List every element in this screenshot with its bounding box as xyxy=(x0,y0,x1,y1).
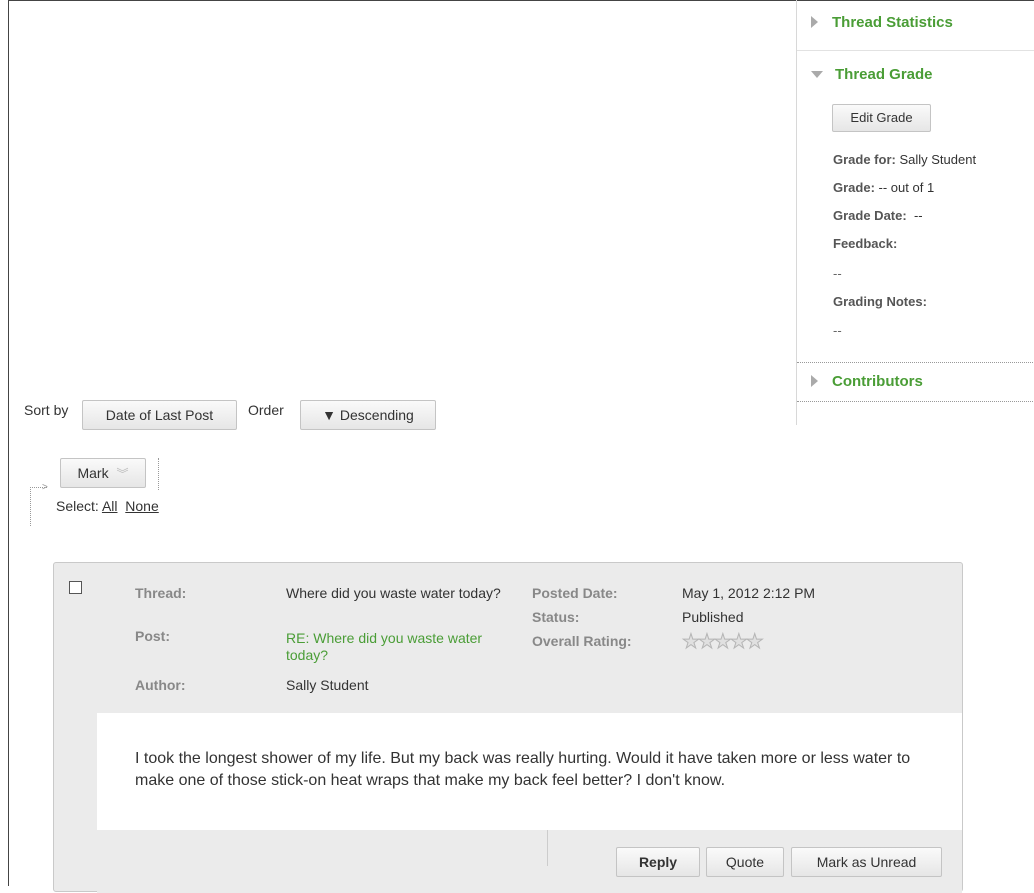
post-title-link[interactable]: RE: Where did you waste water today? xyxy=(286,630,526,664)
grade-date-label: Grade Date: xyxy=(833,208,907,223)
grade-value: -- out of 1 xyxy=(878,180,935,195)
collapsed-arrow-icon xyxy=(811,375,818,388)
post-actions: Reply Quote Mark as Unread xyxy=(97,830,962,893)
quote-button[interactable]: Quote xyxy=(706,847,784,877)
actions-divider xyxy=(547,830,548,866)
select-none-link[interactable]: None xyxy=(125,498,158,514)
thread-sidebar: Thread Statistics Thread Grade Edit Grad… xyxy=(796,0,1034,425)
post-body: I took the longest shower of my life. Bu… xyxy=(97,713,962,830)
rating-stars[interactable]: ★★★★★ xyxy=(682,629,765,654)
grade-for-label: Grade for: xyxy=(833,152,896,167)
edit-grade-button[interactable]: Edit Grade xyxy=(832,104,931,132)
feedback-value: -- xyxy=(833,266,842,281)
status-value: Published xyxy=(682,609,744,625)
author-value: Sally Student xyxy=(286,677,369,693)
mark-label: Mark xyxy=(77,465,109,481)
star-icon[interactable]: ★ xyxy=(697,631,716,654)
thread-statistics-toggle[interactable]: Thread Statistics xyxy=(811,14,953,31)
expanded-arrow-icon xyxy=(811,70,823,78)
grade-date-row: Grade Date: -- xyxy=(833,208,923,223)
grade-label: Grade: xyxy=(833,180,875,195)
mark-dropdown-button[interactable]: Mark ︾ xyxy=(60,458,146,488)
overall-rating-label: Overall Rating: xyxy=(532,633,632,649)
thread-statistics-section: Thread Statistics xyxy=(797,0,1034,51)
thread-statistics-title: Thread Statistics xyxy=(832,14,953,31)
order-label: Order xyxy=(248,402,284,418)
post-card: Thread: Where did you waste water today?… xyxy=(53,562,963,893)
double-chevron-down-icon: ︾ xyxy=(116,467,129,481)
post-body-text: I took the longest shower of my life. Bu… xyxy=(135,750,911,789)
thread-grade-toggle[interactable]: Thread Grade xyxy=(811,66,933,83)
feedback-label: Feedback: xyxy=(833,236,898,251)
feedback-label-row: Feedback: xyxy=(833,236,897,251)
author-label: Author: xyxy=(135,677,186,693)
select-row: Select: All None xyxy=(56,498,159,514)
contributors-toggle[interactable]: Contributors xyxy=(811,373,923,390)
thread-grade-title: Thread Grade xyxy=(835,66,933,83)
grade-for-value: Sally Student xyxy=(899,152,977,167)
status-label: Status: xyxy=(532,609,580,625)
thread-grade-section: Thread Grade Edit Grade Grade for: Sally… xyxy=(797,50,1034,362)
post-label: Post: xyxy=(135,628,170,644)
post-checkbox[interactable] xyxy=(69,581,82,594)
grade-row: Grade: -- out of 1 xyxy=(833,180,934,195)
grading-notes-label-row: Grading Notes: xyxy=(833,294,927,309)
contributors-section: Contributors xyxy=(797,362,1034,402)
mark-as-unread-button[interactable]: Mark as Unread xyxy=(791,847,942,877)
thread-value: Where did you waste water today? xyxy=(286,585,501,601)
grade-date-value: -- xyxy=(913,208,923,223)
sort-by-label: Sort by xyxy=(24,402,69,418)
select-all-link[interactable]: All xyxy=(102,498,118,514)
star-icon[interactable]: ★ xyxy=(713,631,732,654)
star-icon[interactable]: ★ xyxy=(682,631,701,654)
reply-button[interactable]: Reply xyxy=(616,847,700,877)
connector-arrow-icon: > xyxy=(42,482,48,493)
contributors-title: Contributors xyxy=(832,373,923,390)
thread-label: Thread: xyxy=(135,585,187,601)
mark-divider xyxy=(158,458,159,490)
grading-notes-value: -- xyxy=(833,323,842,338)
sort-by-button[interactable]: Date of Last Post xyxy=(82,400,237,430)
grading-notes-label: Grading Notes: xyxy=(833,294,927,309)
star-icon[interactable]: ★ xyxy=(745,631,764,654)
posted-date-label: Posted Date: xyxy=(532,585,618,601)
select-label: Select: xyxy=(56,498,99,514)
grade-for-row: Grade for: Sally Student xyxy=(833,152,976,167)
star-icon[interactable]: ★ xyxy=(729,631,748,654)
order-button[interactable]: ▼ Descending xyxy=(300,400,436,430)
posted-date-value: May 1, 2012 2:12 PM xyxy=(682,585,816,601)
collapsed-arrow-icon xyxy=(811,16,818,29)
